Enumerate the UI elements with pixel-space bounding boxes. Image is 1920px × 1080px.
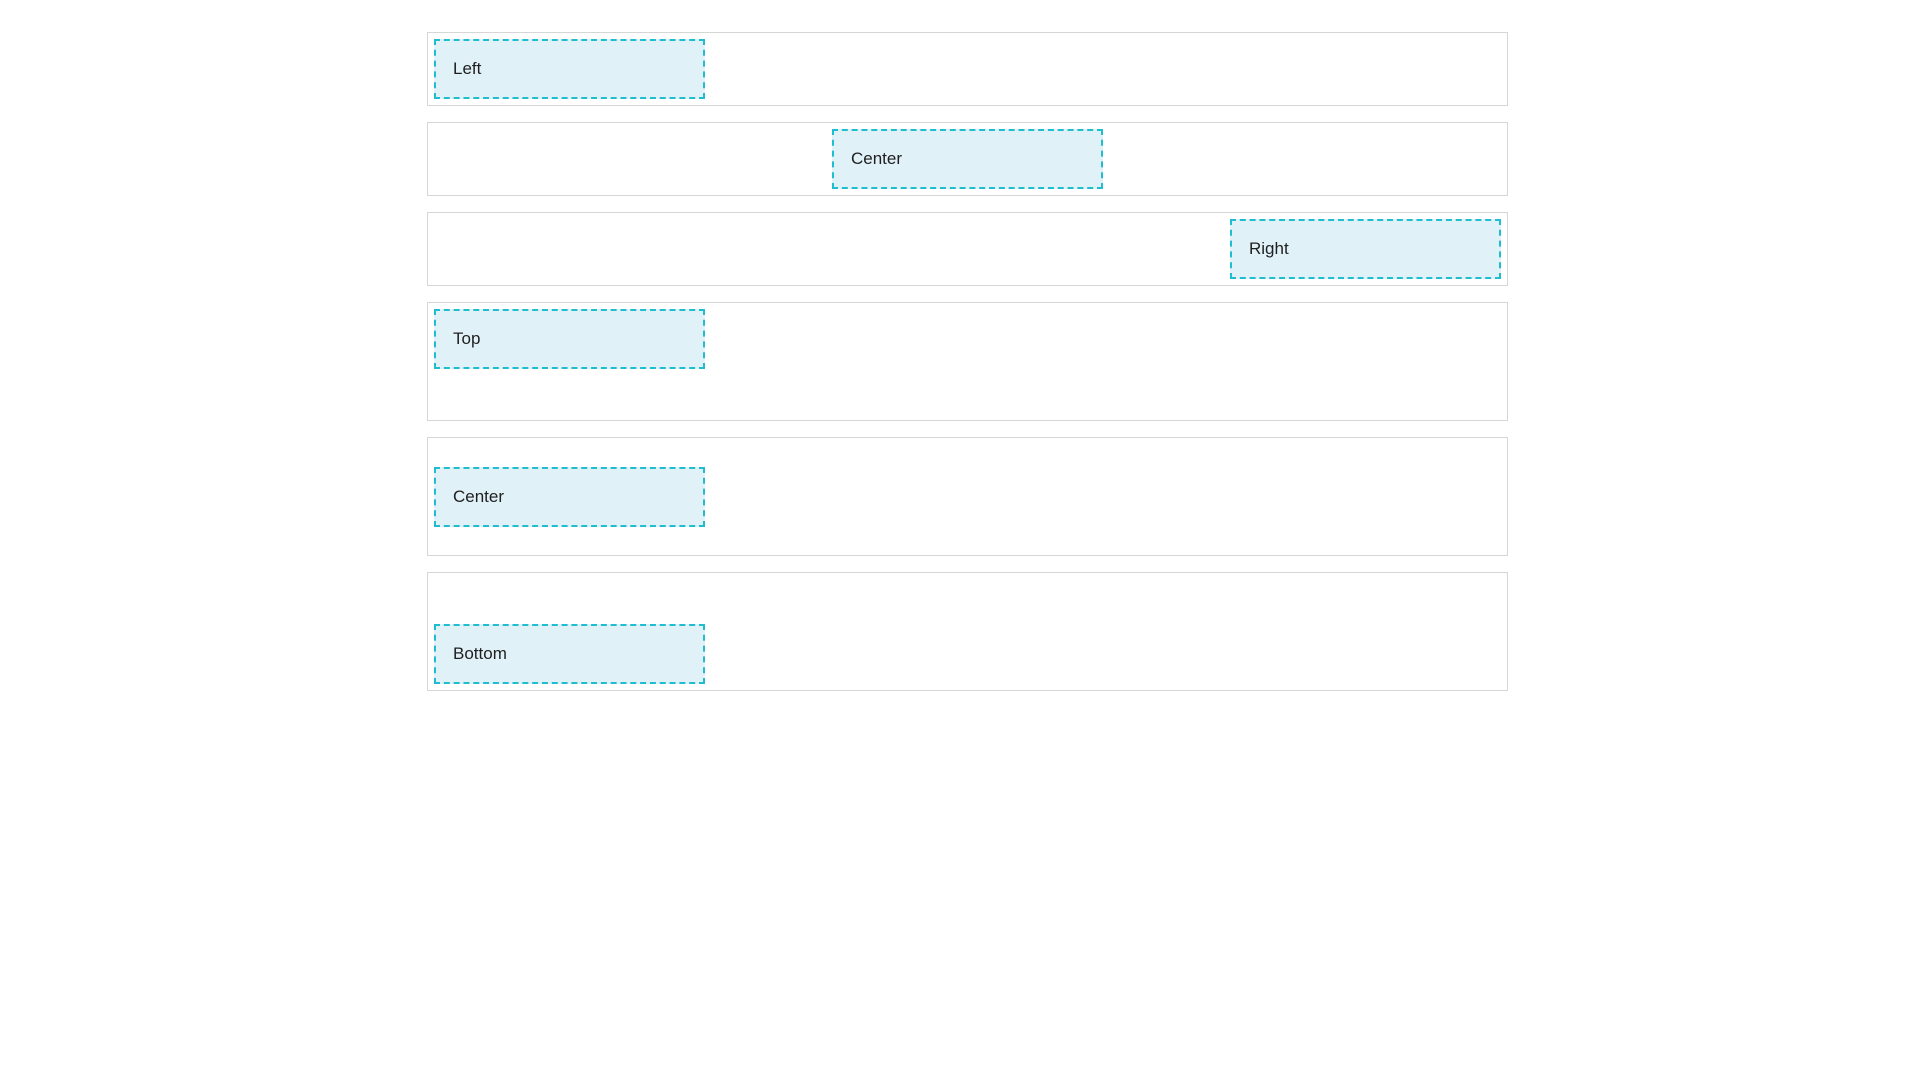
row-align-center: Center: [427, 437, 1508, 556]
alignment-demo-stack: Left Center Right Top Center Bottom: [427, 32, 1508, 707]
box-center-horizontal: Center: [832, 129, 1103, 189]
box-left: Left: [434, 39, 705, 99]
box-top: Top: [434, 309, 705, 369]
row-align-top: Top: [427, 302, 1508, 421]
row-justify-right: Right: [427, 212, 1508, 286]
row-justify-center: Center: [427, 122, 1508, 196]
row-align-bottom: Bottom: [427, 572, 1508, 691]
box-center-vertical: Center: [434, 466, 705, 527]
box-bottom: Bottom: [434, 624, 705, 684]
box-right: Right: [1230, 219, 1501, 279]
row-justify-left: Left: [427, 32, 1508, 106]
